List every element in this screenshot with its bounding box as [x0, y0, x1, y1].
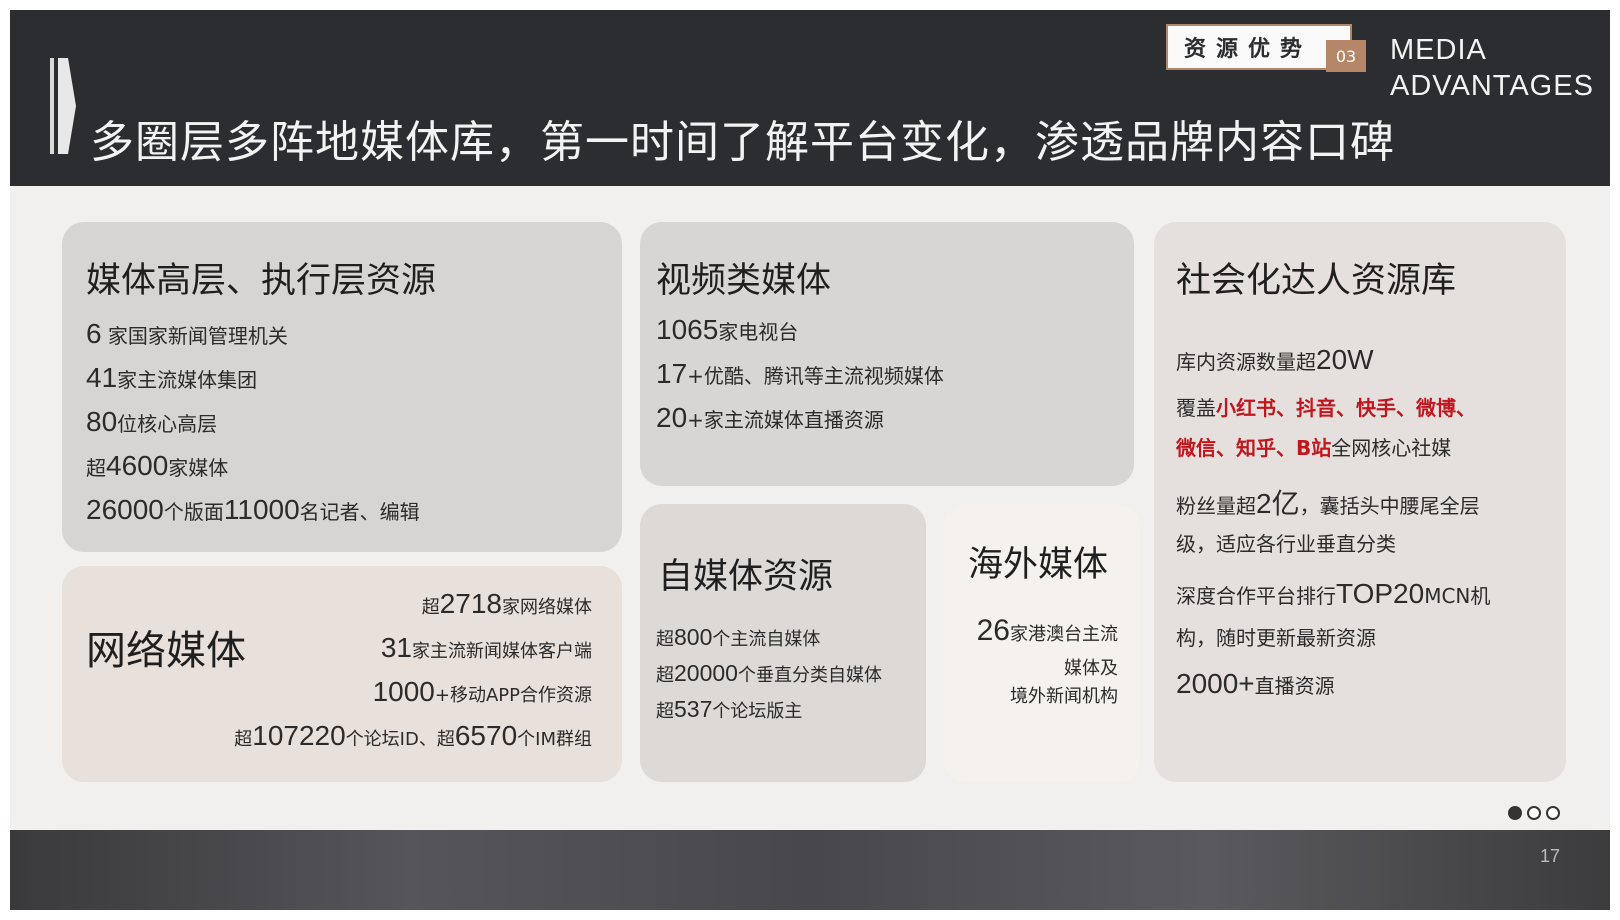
page-dot-3[interactable] — [1546, 806, 1560, 820]
list-item: 粉丝量超2亿，囊括头中腰尾全层 — [1176, 488, 1480, 519]
section-badge-label: 资源优势 — [1184, 37, 1313, 62]
header-bar: 多圈层多阵地媒体库，第一时间了解平台变化，渗透品牌内容口碑 资源优势 03 ME… — [10, 10, 1610, 186]
list-item: 2000+直播资源 — [1176, 668, 1335, 699]
list-item: 库内资源数量超20W — [1176, 344, 1374, 375]
card-title: 网络媒体 — [86, 628, 246, 674]
list-item: 26家港澳台主流 — [976, 614, 1118, 647]
section-number: 03 — [1326, 40, 1366, 72]
list-item: 26000个版面11000名记者、编辑 — [86, 494, 420, 525]
card-video-media: 视频类媒体 1065家电视台 17+优酷、腾讯等主流视频媒体 20+家主流媒体直… — [640, 222, 1134, 486]
list-item: 超20000个垂直分类自媒体 — [656, 660, 882, 686]
list-item: 41家主流媒体集团 — [86, 362, 258, 393]
pagination-dots — [1508, 806, 1560, 820]
list-item: 31家主流新闻媒体客户端 — [380, 632, 592, 663]
page-title: 多圈层多阵地媒体库，第一时间了解平台变化，渗透品牌内容口碑 — [90, 117, 1395, 168]
list-item: 超107220个论坛ID、超6570个IM群组 — [234, 720, 592, 751]
card-title: 媒体高层、执行层资源 — [86, 261, 437, 301]
card-title: 社会化达人资源库 — [1176, 261, 1457, 301]
list-item: 构，随时更新最新资源 — [1176, 626, 1376, 650]
section-badge: 资源优势 — [1166, 24, 1352, 70]
list-item: 1065家电视台 — [656, 314, 799, 345]
list-item: 超2718家网络媒体 — [421, 588, 592, 619]
card-network-media: 网络媒体 超2718家网络媒体 31家主流新闻媒体客户端 1000+移动APP合… — [62, 566, 622, 782]
list-item: 6 家国家新闻管理机关 — [86, 318, 288, 349]
list-item: 境外新闻机构 — [1010, 686, 1118, 707]
media-advantages-label: MEDIA ADVANTAGES — [1390, 34, 1594, 102]
card-overseas-media: 海外媒体 26家港澳台主流 媒体及 境外新闻机构 — [944, 504, 1140, 782]
list-item: 微信、知乎、B站全网核心社媒 — [1176, 436, 1452, 460]
footer-band — [10, 830, 1610, 910]
list-item: 超537个论坛版主 — [656, 696, 803, 722]
list-item: 1000+移动APP合作资源 — [372, 676, 592, 707]
list-item: 17+优酷、腾讯等主流视频媒体 — [656, 358, 944, 389]
chevron-accent-icon — [50, 58, 76, 154]
card-social-influencers: 社会化达人资源库 库内资源数量超20W 覆盖小红书、抖音、快手、微博、 微信、知… — [1154, 222, 1566, 782]
slide: 多圈层多阵地媒体库，第一时间了解平台变化，渗透品牌内容口碑 资源优势 03 ME… — [10, 10, 1610, 910]
list-item: 级，适应各行业垂直分类 — [1176, 532, 1396, 556]
card-self-media: 自媒体资源 超800个主流自媒体 超20000个垂直分类自媒体 超537个论坛版… — [640, 504, 926, 782]
list-item: 80位核心高层 — [86, 406, 218, 437]
list-item: 超4600家媒体 — [86, 450, 229, 481]
list-item: 媒体及 — [1064, 658, 1118, 679]
page-dot-2[interactable] — [1527, 806, 1541, 820]
card-title: 自媒体资源 — [658, 557, 834, 597]
list-item: 超800个主流自媒体 — [656, 624, 821, 650]
card-title: 海外媒体 — [968, 545, 1109, 585]
page-number: 17 — [1540, 846, 1561, 866]
card-executive-resources: 媒体高层、执行层资源 6 家国家新闻管理机关 41家主流媒体集团 80位核心高层… — [62, 222, 622, 552]
page-dot-1[interactable] — [1508, 806, 1522, 820]
list-item: 20+家主流媒体直播资源 — [656, 402, 884, 433]
card-title: 视频类媒体 — [656, 261, 832, 301]
list-item: 深度合作平台排行TOP20MCN机 — [1176, 578, 1491, 609]
list-item: 覆盖小红书、抖音、快手、微博、 — [1176, 396, 1476, 420]
